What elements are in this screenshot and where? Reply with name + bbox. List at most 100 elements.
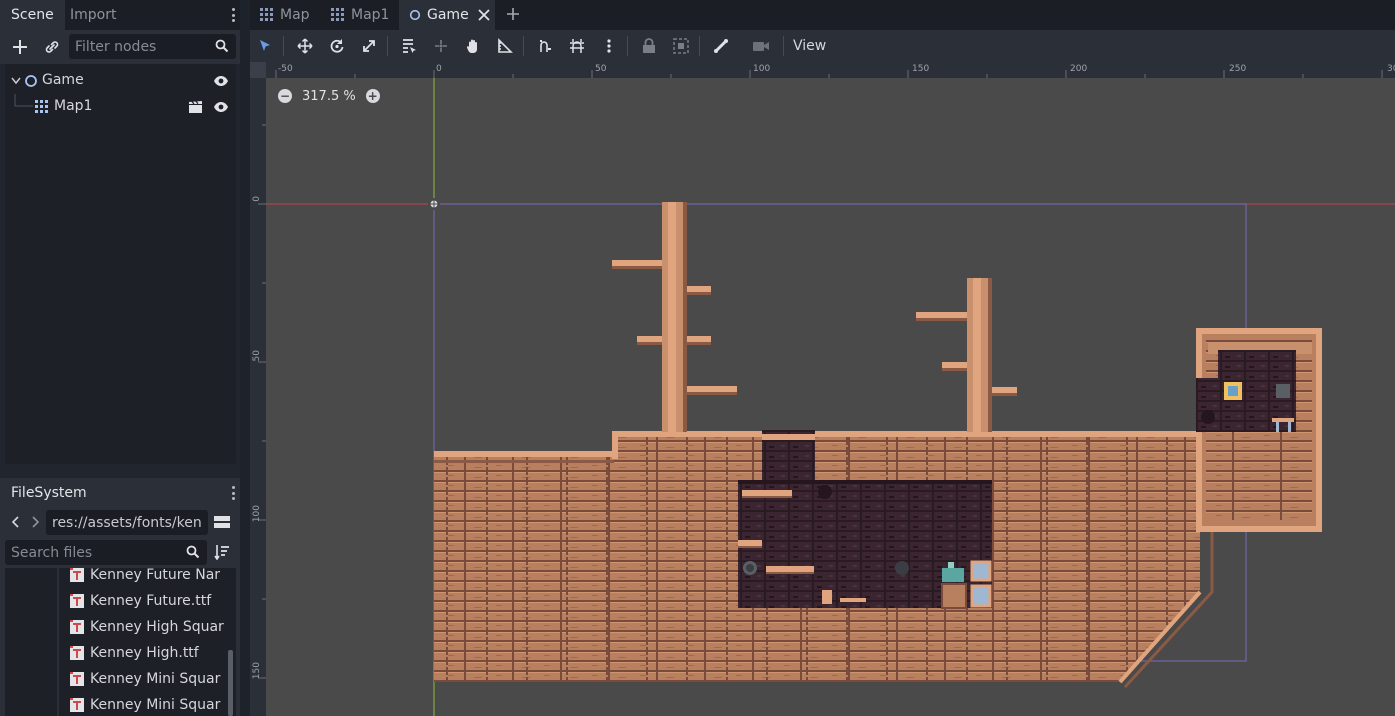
- scale-mode-button[interactable]: [355, 30, 383, 62]
- ruler-label: 200: [1070, 64, 1088, 74]
- group-icon: [673, 38, 689, 54]
- list-selection-button[interactable]: [395, 30, 423, 62]
- font-file-icon: [70, 594, 84, 608]
- file-name: Kenney Future Nar: [90, 568, 221, 583]
- tab-label: Map1: [351, 7, 390, 23]
- tab-label: Game: [427, 7, 469, 23]
- file-list-scrollbar[interactable]: [228, 650, 233, 716]
- zoom-widget: − 317.5 % +: [278, 86, 380, 106]
- tab-map1[interactable]: Map1: [322, 0, 398, 30]
- snap-icon: [540, 40, 551, 52]
- pivot-icon: [435, 40, 447, 52]
- tree-connector-icon: [14, 94, 33, 107]
- tab-filesystem[interactable]: FileSystem: [0, 478, 98, 508]
- rotate-mode-button[interactable]: [323, 30, 351, 62]
- ruler-label: 250: [1229, 64, 1247, 74]
- ruler-label: 30: [1387, 64, 1395, 74]
- lock-button[interactable]: [635, 30, 663, 62]
- chevron-down-icon[interactable]: [11, 77, 21, 85]
- group-button[interactable]: [667, 30, 695, 62]
- instance-scene-button[interactable]: [41, 37, 63, 57]
- level-scene: [250, 62, 1395, 716]
- hand-icon: [466, 39, 477, 53]
- snap-options-button[interactable]: [595, 30, 623, 62]
- file-item[interactable]: Kenney Future.ttf: [5, 588, 236, 614]
- file-name: Kenney High.ttf: [90, 645, 199, 661]
- visibility-eye-icon[interactable]: [213, 74, 229, 88]
- search-files-field[interactable]: [5, 540, 207, 565]
- forward-arrow-icon[interactable]: [30, 515, 40, 529]
- zoom-in-button[interactable]: +: [365, 89, 380, 103]
- filter-nodes-field[interactable]: [69, 34, 236, 59]
- tab-import[interactable]: Import: [59, 0, 127, 30]
- search-icon: [215, 39, 229, 53]
- node2d-icon: [25, 75, 37, 87]
- scale-icon: [363, 40, 375, 52]
- font-file-icon: [70, 620, 84, 634]
- file-item[interactable]: Kenney Future Nar: [5, 568, 236, 588]
- tilemap-icon: [35, 100, 48, 113]
- skeleton-options-button[interactable]: [707, 30, 735, 62]
- list-select-icon: [403, 39, 416, 53]
- tab-scene[interactable]: Scene: [0, 0, 65, 30]
- select-mode-button[interactable]: [251, 30, 279, 62]
- search-files-input[interactable]: [5, 540, 207, 565]
- minus-icon: −: [279, 89, 291, 103]
- filesystem-menu-icon[interactable]: [226, 484, 240, 502]
- open-scene-clapper-icon[interactable]: [188, 100, 203, 114]
- pan-mode-button[interactable]: [459, 30, 487, 62]
- kebab-menu-icon: [607, 39, 611, 53]
- scene-dock-tabs: Scene Import: [0, 0, 240, 30]
- close-icon[interactable]: [478, 9, 490, 21]
- tab-game[interactable]: Game: [399, 0, 495, 30]
- file-item[interactable]: Kenney Mini Squar: [5, 666, 236, 692]
- smart-snap-button[interactable]: [531, 30, 559, 62]
- pivot-mode-button[interactable]: [427, 30, 455, 62]
- scene-tabs: Map Map1 Game: [250, 0, 1395, 30]
- view-menu[interactable]: View: [793, 38, 826, 54]
- canvas-toolbar: View: [250, 30, 1395, 62]
- canvas-viewport[interactable]: -50 0 50 100 150 200 250 30 0 50 100 150…: [250, 62, 1395, 716]
- ruler-mode-button[interactable]: [491, 30, 519, 62]
- ruler-label: 150: [912, 64, 930, 74]
- search-icon: [186, 545, 200, 559]
- tree-item-map1[interactable]: Map1: [5, 94, 236, 120]
- tree-item-game[interactable]: Game: [5, 68, 236, 94]
- back-arrow-icon[interactable]: [11, 515, 21, 529]
- tab-map[interactable]: Map: [250, 0, 322, 30]
- plus-icon: [13, 40, 27, 54]
- split-mode-icon[interactable]: [214, 514, 230, 530]
- new-tab-plus-icon[interactable]: [506, 7, 520, 21]
- grid-snap-button[interactable]: [563, 30, 591, 62]
- font-file-icon: [70, 698, 84, 712]
- ruler-icon: [498, 38, 513, 53]
- link-icon: [45, 41, 59, 53]
- file-item[interactable]: Kenney High Squar: [5, 614, 236, 640]
- sort-icon[interactable]: [214, 544, 230, 560]
- move-mode-button[interactable]: [291, 30, 319, 62]
- rotate-icon: [330, 39, 344, 53]
- file-name: Kenney High Squar: [90, 619, 224, 635]
- file-item[interactable]: Kenney High.ttf: [5, 640, 236, 666]
- zoom-level[interactable]: 317.5 %: [302, 89, 356, 104]
- grid-snap-icon: [570, 39, 584, 53]
- ruler-label: 100: [252, 505, 262, 523]
- file-name: Kenney Future.ttf: [90, 593, 212, 609]
- visibility-eye-icon[interactable]: [213, 100, 229, 114]
- bone-icon: [714, 39, 728, 53]
- node2d-icon: [409, 9, 421, 21]
- camera-icon: [753, 42, 769, 51]
- zoom-out-button[interactable]: −: [278, 89, 292, 103]
- ruler-label: 50: [252, 350, 262, 362]
- camera-override-button[interactable]: [747, 30, 775, 62]
- scene-dock-menu-icon[interactable]: [226, 6, 240, 24]
- file-item[interactable]: Kenney Mini Squar: [5, 692, 236, 716]
- add-node-button[interactable]: [9, 37, 31, 57]
- select-arrow-icon: [260, 40, 270, 51]
- tree-item-label: Map1: [54, 98, 93, 114]
- tilemap-icon: [260, 8, 273, 21]
- filter-nodes-input[interactable]: [69, 34, 236, 59]
- path-field[interactable]: [46, 510, 208, 535]
- font-file-icon: [70, 646, 84, 660]
- path-input[interactable]: [46, 510, 208, 535]
